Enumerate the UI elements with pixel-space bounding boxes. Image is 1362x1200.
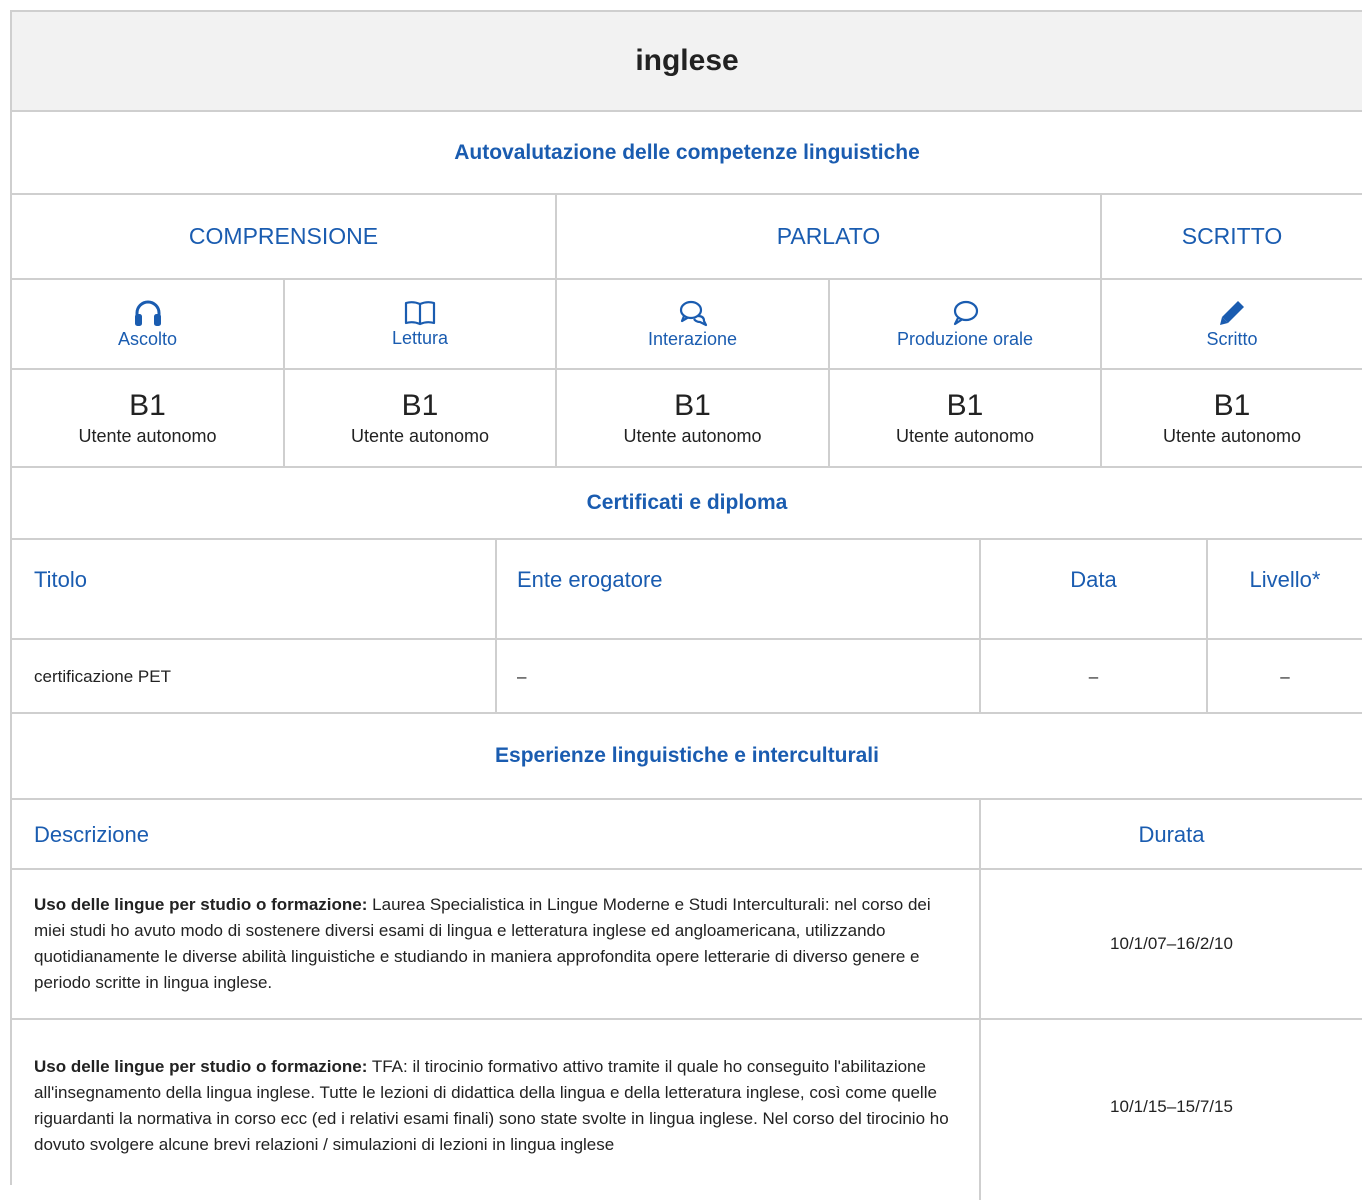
section-heading: Certificati e diploma <box>586 491 788 514</box>
section-heading: Autovalutazione delle competenze linguis… <box>454 140 920 164</box>
column-header-label: Durata <box>1138 822 1205 847</box>
level-description: Utente autonomo <box>623 425 762 446</box>
group-parlato: PARLATO <box>557 195 1102 278</box>
cell-ente: – <box>497 640 981 712</box>
level-cell-ascolto: B1 Utente autonomo <box>12 370 285 466</box>
skill-groups-row: COMPRENSIONE PARLATO SCRITTO <box>12 195 1362 280</box>
experience-type: Uso delle lingue per studio o formazione… <box>34 895 368 914</box>
cell-descrizione: Uso delle lingue per studio o formazione… <box>12 870 981 1018</box>
level-description: Utente autonomo <box>78 425 217 446</box>
page-title: inglese <box>635 44 739 77</box>
column-header-titolo: Titolo <box>12 540 497 638</box>
skill-scritto: Scritto <box>1102 280 1362 368</box>
group-label: PARLATO <box>776 223 881 249</box>
skills-row: Ascolto Lettura Interazione Produzione o… <box>12 280 1362 370</box>
level-description: Utente autonomo <box>1162 425 1302 446</box>
column-header-ente: Ente erogatore <box>497 540 981 638</box>
skill-interazione: Interazione <box>557 280 830 368</box>
column-header-data: Data <box>981 540 1208 638</box>
cell-descrizione: Uso delle lingue per studio o formazione… <box>12 1020 981 1200</box>
cell-text: certificazione PET <box>34 667 171 686</box>
table-row: Uso delle lingue per studio o formazione… <box>12 870 1362 1020</box>
chat-bubbles-icon <box>678 299 708 327</box>
certificates-heading-row: Certificati e diploma <box>12 468 1362 540</box>
level-cell-lettura: B1 Utente autonomo <box>285 370 557 466</box>
group-label: COMPRENSIONE <box>188 223 379 249</box>
cell-durata: 10/1/07–16/2/10 <box>981 870 1362 1018</box>
level-description: Utente autonomo <box>350 425 490 446</box>
cell-text: – <box>1280 667 1290 686</box>
cell-text: – <box>517 667 527 686</box>
skill-ascolto: Ascolto <box>12 280 285 368</box>
column-header-descrizione: Descrizione <box>12 800 981 868</box>
experience-type: Uso delle lingue per studio o formazione… <box>34 1057 368 1076</box>
level-cell-produzione-orale: B1 Utente autonomo <box>830 370 1102 466</box>
column-header-label: Data <box>1070 567 1117 592</box>
group-scritto: SCRITTO <box>1102 195 1362 278</box>
cell-durata: 10/1/15–15/7/15 <box>981 1020 1362 1200</box>
level-code: B1 <box>1213 388 1251 422</box>
skill-label: Ascolto <box>117 328 178 349</box>
pencil-icon <box>1217 299 1247 327</box>
experiences-header-row: Descrizione Durata <box>12 800 1362 870</box>
skill-produzione-orale: Produzione orale <box>830 280 1102 368</box>
table-row: Uso delle lingue per studio o formazione… <box>12 1020 1362 1200</box>
column-header-label: Livello* <box>1249 567 1321 592</box>
experience-duration: 10/1/15–15/7/15 <box>1110 1097 1233 1116</box>
self-assessment-heading-row: Autovalutazione delle competenze linguis… <box>12 112 1362 195</box>
skill-label: Scritto <box>1206 328 1258 349</box>
column-header-durata: Durata <box>981 800 1362 868</box>
skill-label: Produzione orale <box>896 328 1034 349</box>
level-code: B1 <box>674 388 711 422</box>
skill-label: Interazione <box>647 328 738 349</box>
skill-lettura: Lettura <box>285 280 557 368</box>
level-cell-scritto: B1 Utente autonomo <box>1102 370 1362 466</box>
column-header-label: Descrizione <box>34 822 149 847</box>
experience-description: Uso delle lingue per studio o formazione… <box>34 1054 955 1158</box>
certificates-header-row: Titolo Ente erogatore Data Livello* <box>12 540 1362 640</box>
book-icon <box>404 300 436 326</box>
cell-text: – <box>1088 667 1099 686</box>
column-header-livello: Livello* <box>1208 540 1362 638</box>
levels-row: B1 Utente autonomo B1 Utente autonomo B1… <box>12 370 1362 468</box>
column-header-label: Titolo <box>34 567 87 592</box>
group-label: SCRITTO <box>1181 223 1283 249</box>
column-header-label: Ente erogatore <box>517 567 663 592</box>
cell-data: – <box>981 640 1208 712</box>
headphones-icon <box>133 299 163 327</box>
experience-duration: 10/1/07–16/2/10 <box>1110 934 1233 953</box>
level-code: B1 <box>401 388 439 422</box>
level-description: Utente autonomo <box>895 425 1035 446</box>
cell-titolo: certificazione PET <box>12 640 497 712</box>
experience-description: Uso delle lingue per studio o formazione… <box>34 892 955 996</box>
cell-livello: – <box>1208 640 1362 712</box>
group-comprensione: COMPRENSIONE <box>12 195 557 278</box>
level-cell-interazione: B1 Utente autonomo <box>557 370 830 466</box>
experiences-heading-row: Esperienze linguistiche e interculturali <box>12 714 1362 800</box>
level-code: B1 <box>129 388 166 422</box>
level-code: B1 <box>946 388 984 422</box>
section-heading: Esperienze linguistiche e interculturali <box>495 744 879 767</box>
speech-bubble-icon <box>950 299 980 327</box>
table-row: certificazione PET – – – <box>12 640 1362 714</box>
language-card: inglese Autovalutazione delle competenze… <box>10 10 1362 1200</box>
skill-label: Lettura <box>391 327 449 348</box>
language-title-row: inglese <box>12 12 1362 112</box>
